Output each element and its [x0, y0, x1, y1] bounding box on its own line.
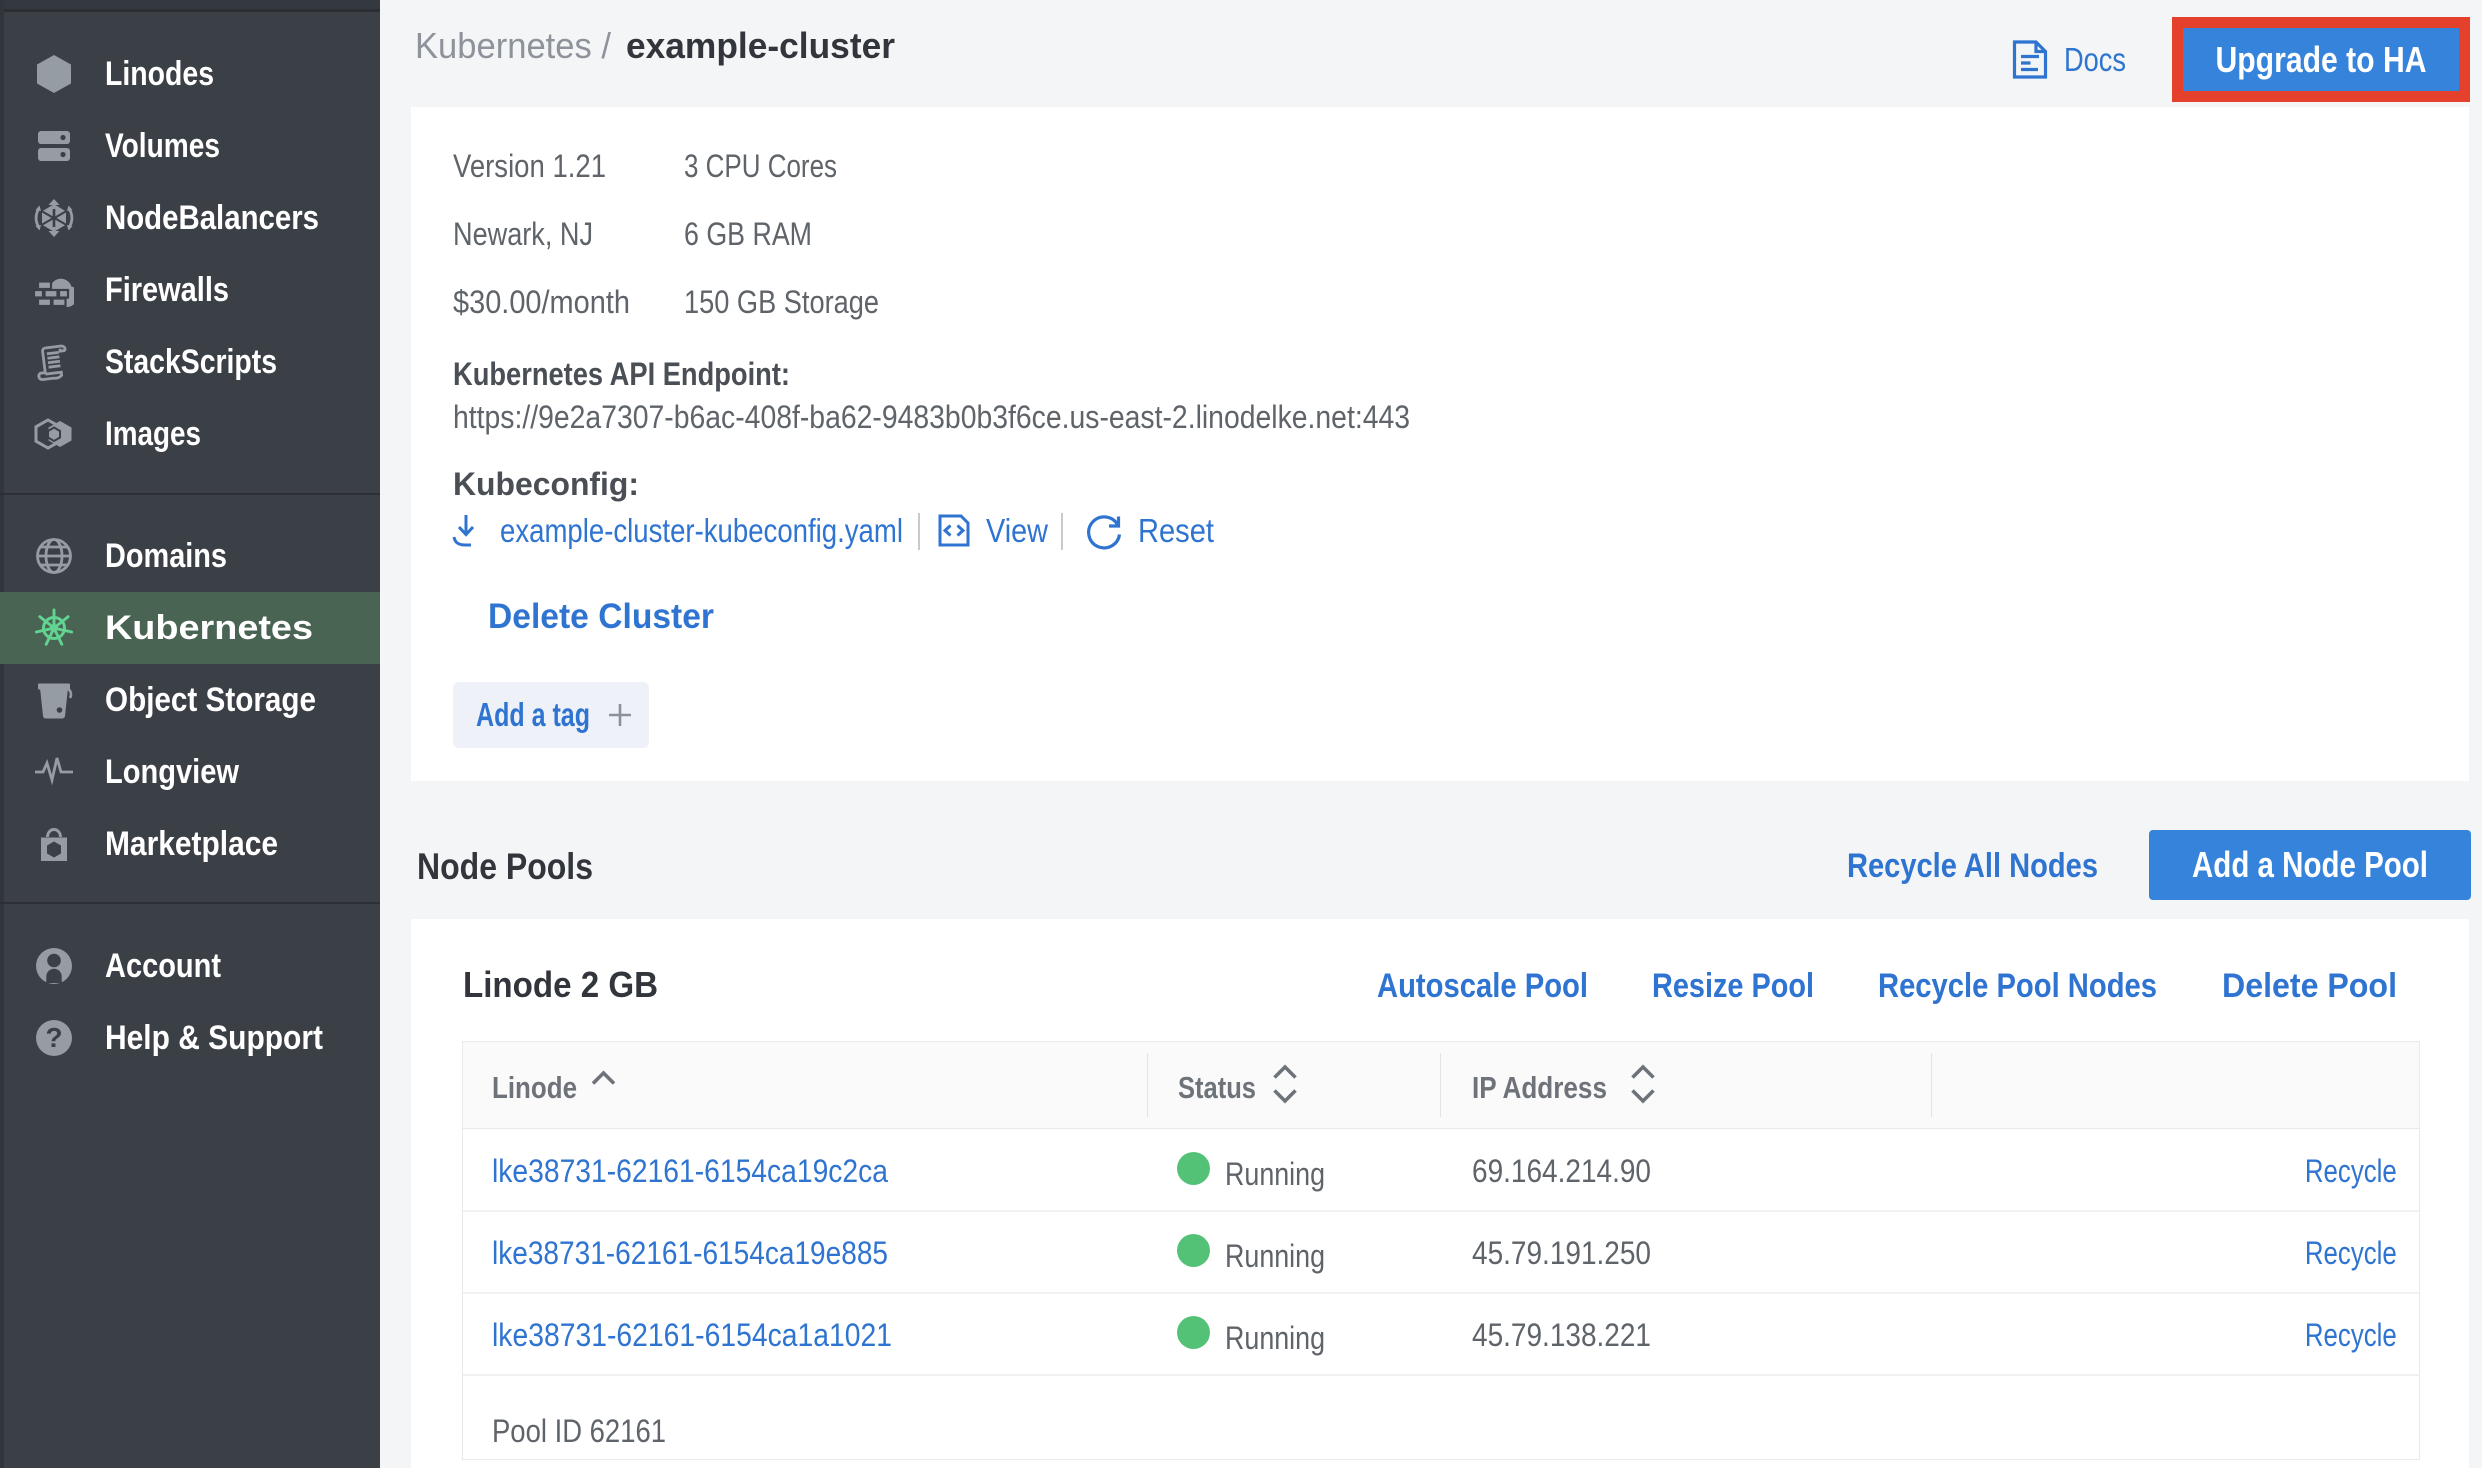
svg-text:?: ? — [45, 1022, 62, 1053]
